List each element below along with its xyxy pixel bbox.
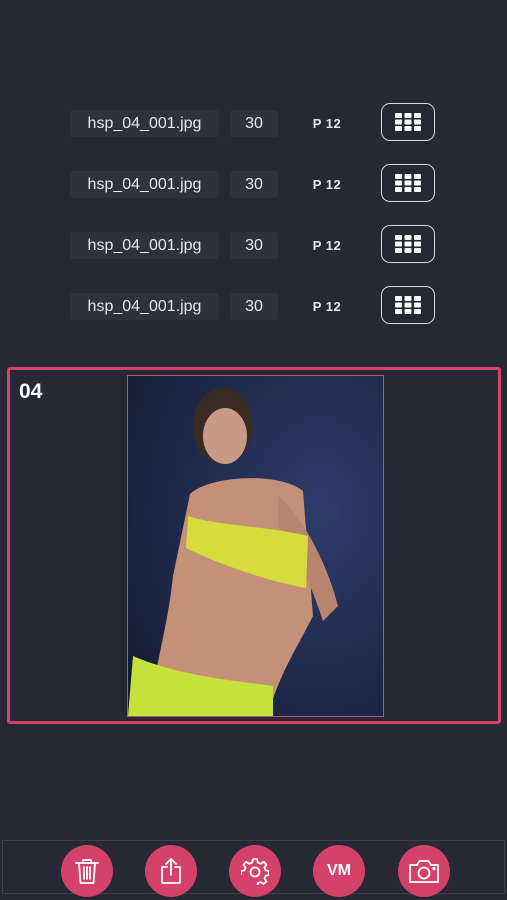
vm-button[interactable]: VM: [313, 845, 365, 897]
settings-button[interactable]: [229, 845, 281, 897]
page-label: P 12: [312, 299, 342, 314]
grid-button[interactable]: [381, 225, 435, 263]
grid-icon: [395, 296, 421, 314]
count-field[interactable]: 30: [230, 110, 278, 137]
gear-icon: [241, 858, 269, 885]
preview-panel[interactable]: 04: [7, 367, 501, 724]
grid-button[interactable]: [381, 103, 435, 141]
preview-number: 04: [19, 380, 43, 403]
count-field[interactable]: 30: [230, 171, 278, 198]
preview-photo[interactable]: [127, 375, 384, 717]
grid-icon: [395, 113, 421, 131]
file-row: hsp_04_001.jpg 30 P 12: [0, 164, 507, 204]
share-icon: [161, 858, 181, 884]
camera-button[interactable]: [398, 845, 450, 897]
share-button[interactable]: [145, 845, 197, 897]
filename-field[interactable]: hsp_04_001.jpg: [70, 171, 219, 198]
file-row: hsp_04_001.jpg 30 P 12: [0, 286, 507, 326]
delete-button[interactable]: [61, 845, 113, 897]
vm-label: VM: [327, 862, 351, 879]
grid-icon: [395, 174, 421, 192]
file-row: hsp_04_001.jpg 30 P 12: [0, 225, 507, 265]
bottom-toolbar: VM: [2, 840, 505, 897]
count-field[interactable]: 30: [230, 293, 278, 320]
trash-icon: [75, 859, 99, 884]
grid-button[interactable]: [381, 286, 435, 324]
filename-field[interactable]: hsp_04_001.jpg: [70, 293, 219, 320]
page-label: P 12: [312, 238, 342, 253]
filename-field[interactable]: hsp_04_001.jpg: [70, 232, 219, 259]
grid-button[interactable]: [381, 164, 435, 202]
photo-placeholder: [128, 376, 383, 716]
camera-icon: [409, 860, 439, 883]
page-label: P 12: [312, 116, 342, 131]
filename-field[interactable]: hsp_04_001.jpg: [70, 110, 219, 137]
grid-icon: [395, 235, 421, 253]
count-field[interactable]: 30: [230, 232, 278, 259]
app-screen: hsp_04_001.jpg 30 P 12 hsp_04_001.jpg 30…: [0, 0, 507, 900]
file-row: hsp_04_001.jpg 30 P 12: [0, 103, 507, 143]
page-label: P 12: [312, 177, 342, 192]
